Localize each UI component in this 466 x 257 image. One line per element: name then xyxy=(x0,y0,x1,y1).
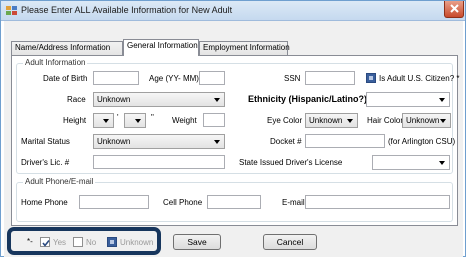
dropdown-arrow-icon xyxy=(103,119,109,123)
close-button[interactable] xyxy=(444,1,464,18)
weight-label: Weight xyxy=(172,116,197,125)
us-citizen-label: Is Adult U.S. Citizen? * xyxy=(379,74,460,83)
age-label: Age (YY- MM) xyxy=(149,74,199,83)
adult-information-legend: Adult Information xyxy=(23,58,88,67)
height-label: Height xyxy=(63,116,87,125)
eye-color-dropdown[interactable]: Unknown xyxy=(305,113,358,128)
cancel-button[interactable]: Cancel xyxy=(263,234,317,250)
title-bar: Please Enter ALL Available Information f… xyxy=(1,1,465,21)
email-label: E-mail xyxy=(282,198,305,207)
phone-email-group: Adult Phone/E-mail Home Phone Cell Phone… xyxy=(16,177,453,222)
hair-color-value: Unknown xyxy=(406,116,440,125)
window-title: Please Enter ALL Available Information f… xyxy=(21,5,233,15)
ssn-label: SSN xyxy=(284,74,301,83)
app-icon xyxy=(6,5,17,16)
home-phone-field[interactable] xyxy=(79,195,149,209)
race-dropdown[interactable]: Unknown xyxy=(93,92,225,107)
weight-field[interactable] xyxy=(203,113,225,127)
ethnicity-dropdown[interactable] xyxy=(366,92,450,107)
ethnicity-label: Ethnicity (Hispanic/Latino?) xyxy=(248,94,368,104)
marital-status-dropdown[interactable]: Unknown xyxy=(93,134,225,149)
height-inches-dropdown[interactable] xyxy=(124,113,146,128)
docket-field[interactable] xyxy=(305,134,385,148)
docket-note: (for Arlington CSU) xyxy=(388,137,456,146)
new-adult-dialog: Please Enter ALL Available Information f… xyxy=(0,0,466,257)
docket-label: Docket # xyxy=(270,137,302,146)
checkbox-legend-highlight xyxy=(7,227,161,255)
dob-field[interactable] xyxy=(93,71,139,85)
drivers-license-field[interactable] xyxy=(93,155,225,169)
dialog-body: Name/Address Information General Informa… xyxy=(4,21,463,257)
ssn-field[interactable] xyxy=(305,71,355,85)
cell-phone-field[interactable] xyxy=(207,195,261,209)
dropdown-arrow-icon xyxy=(439,161,445,165)
hair-color-label: Hair Color xyxy=(367,116,404,125)
tab-general-information[interactable]: General Information xyxy=(123,39,199,56)
eye-color-label: Eye Color xyxy=(267,116,303,125)
inch-mark: " xyxy=(151,113,154,122)
save-button[interactable]: Save xyxy=(173,234,221,250)
dropdown-arrow-icon xyxy=(214,140,220,144)
state-dl-dropdown[interactable] xyxy=(372,155,450,170)
cell-phone-label: Cell Phone xyxy=(163,198,203,207)
close-icon xyxy=(450,4,459,13)
tab-employment-information[interactable]: Employment Information xyxy=(199,41,290,55)
marital-status-label: Marital Status xyxy=(21,137,70,146)
dropdown-arrow-icon xyxy=(347,119,353,123)
race-label: Race xyxy=(67,95,86,104)
hair-color-dropdown[interactable]: Unknown xyxy=(402,113,451,128)
dropdown-arrow-icon xyxy=(439,98,445,102)
dropdown-arrow-icon xyxy=(135,119,141,123)
us-citizen-checkbox[interactable] xyxy=(366,73,376,83)
email-field[interactable] xyxy=(305,195,450,209)
race-value: Unknown xyxy=(97,95,131,104)
adult-information-group: Adult Information Date of Birth Age (YY-… xyxy=(16,58,459,174)
general-information-panel: Adult Information Date of Birth Age (YY-… xyxy=(11,55,459,226)
home-phone-label: Home Phone xyxy=(21,198,68,207)
drivers-license-label: Driver's Lic. # xyxy=(21,158,70,167)
dropdown-arrow-icon xyxy=(440,119,446,123)
eye-color-value: Unknown xyxy=(309,116,343,125)
state-dl-label: State Issued Driver's License xyxy=(239,158,343,167)
feet-mark: ' xyxy=(117,113,119,122)
phone-email-legend: Adult Phone/E-mail xyxy=(23,177,96,186)
dropdown-arrow-icon xyxy=(214,98,220,102)
dob-label: Date of Birth xyxy=(43,74,88,83)
age-field[interactable] xyxy=(199,71,225,85)
tab-name-address[interactable]: Name/Address Information xyxy=(11,41,123,55)
height-feet-dropdown[interactable] xyxy=(93,113,114,128)
marital-status-value: Unknown xyxy=(97,137,131,146)
